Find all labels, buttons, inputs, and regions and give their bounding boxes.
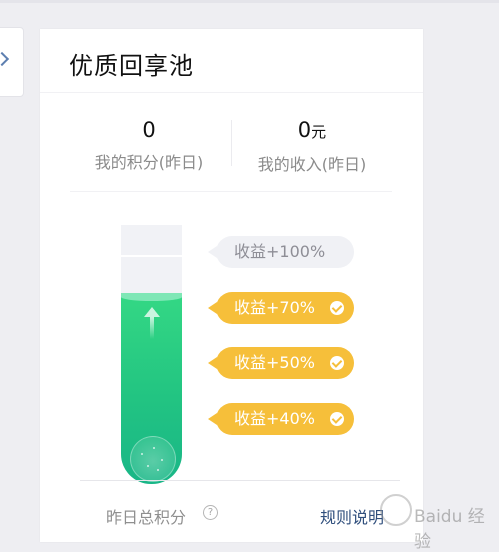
income-unit: 元 [311,123,327,141]
reward-tag-70: 收益+70% [208,292,354,324]
income-value: 0 [297,118,312,142]
baidu-watermark: Baidu 经验 [380,490,492,552]
tube-mark [121,255,182,257]
income-label: 我的收入(昨日) [257,155,367,174]
footer-divider [80,480,400,481]
check-circle-icon [330,412,344,426]
stats-divider [70,191,392,192]
tube-fill-surface [121,293,182,302]
reward-tag-100: 收益+100% [208,236,354,268]
tube-fill [121,293,182,484]
points-stat: 0 我的积分(昨日) [64,117,234,173]
income-value-row: 0元 [227,117,397,145]
check-circle-icon [330,301,344,315]
paw-logo-icon [380,494,412,526]
watermark-text: Baidu 经验 [414,507,485,552]
progress-test-tube [121,219,182,484]
yesterday-total-points-label: 昨日总积分 [106,508,187,527]
reward-tag-50: 收益+50% [208,347,354,379]
title-divider [40,92,423,93]
tube-bubble [129,436,176,482]
reward-tag-label: 收益+40% [234,409,315,428]
points-value: 0 [142,118,156,142]
reward-tag-label: 收益+70% [234,298,315,317]
quality-pool-card: 优质回享池 0 我的积分(昨日) 0元 我的收入(昨日) 收益+100% 收益+… [40,29,423,542]
check-circle-icon [330,356,344,370]
top-border [0,0,499,3]
reward-tag-label: 收益+100% [234,242,326,261]
arrow-up-icon [144,307,160,340]
rules-link[interactable]: 规则说明 [320,504,384,528]
card-title: 优质回享池 [69,52,194,80]
reward-tag-40: 收益+40% [208,403,354,435]
income-stat: 0元 我的收入(昨日) [227,117,397,175]
tube-rim [121,219,182,225]
points-label: 我的积分(昨日) [94,153,204,172]
reward-tag-label: 收益+50% [234,353,315,372]
question-circle-icon[interactable]: ? [203,505,218,520]
